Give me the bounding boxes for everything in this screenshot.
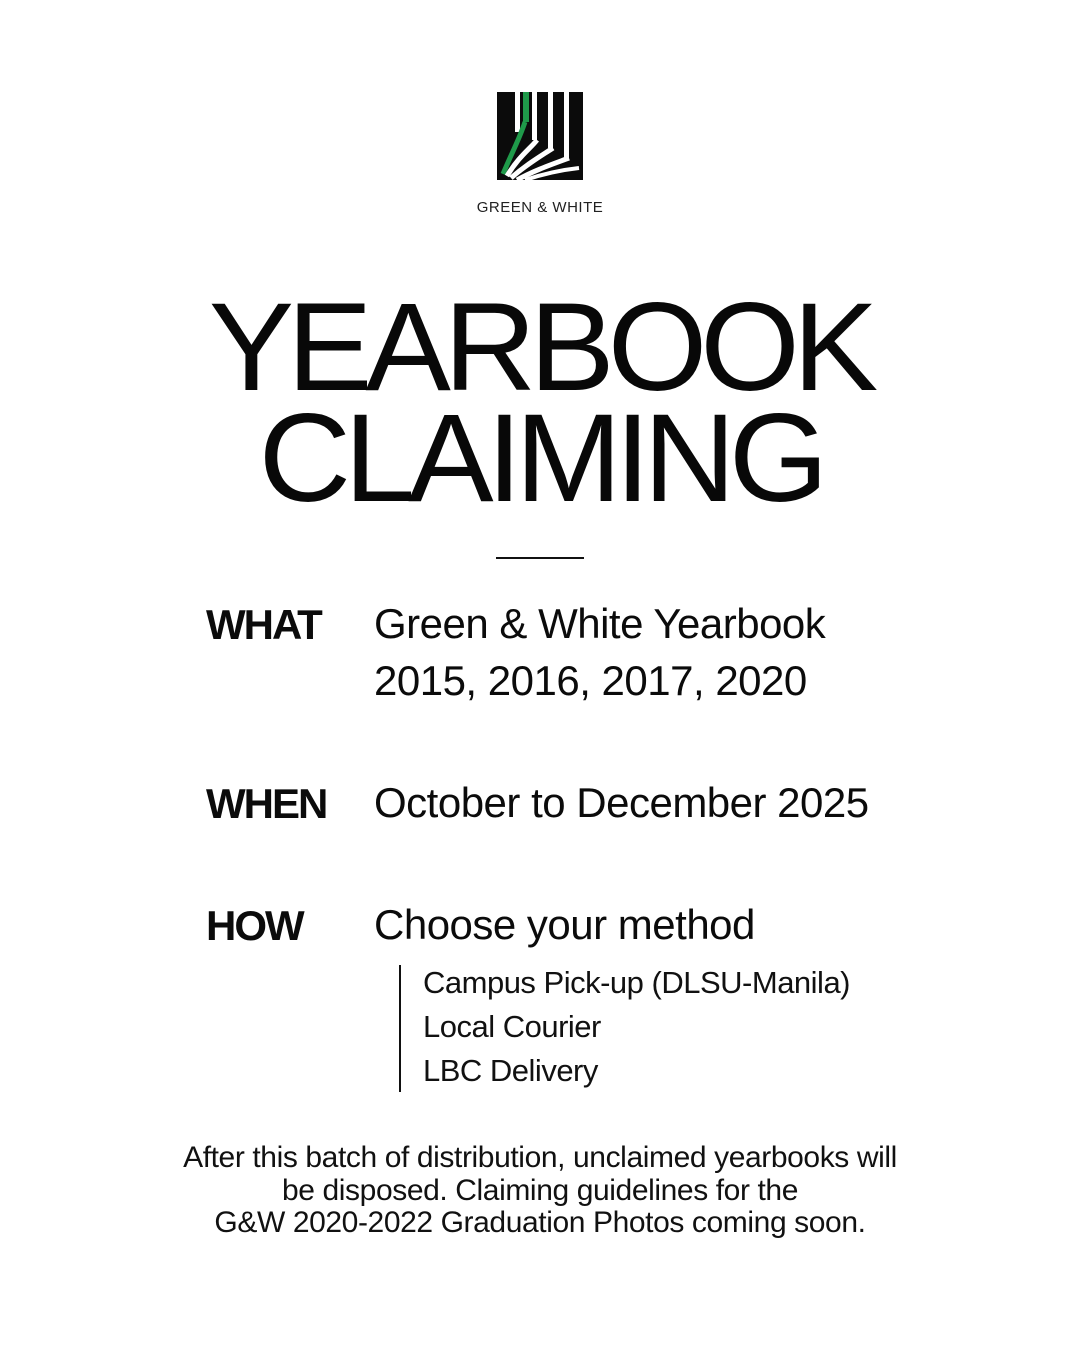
footer-note-line-2: be disposed. Claiming guidelines for the — [282, 1174, 798, 1207]
method-item-lbc-delivery: LBC Delivery — [423, 1053, 598, 1088]
how-label: HOW — [206, 902, 305, 949]
method-item-local-courier: Local Courier — [423, 1009, 601, 1044]
method-list-bar — [399, 965, 401, 1092]
divider — [496, 557, 584, 559]
when-label: WHEN — [206, 780, 328, 827]
what-label: WHAT — [206, 601, 323, 648]
page-title-line-2: CLAIMING — [258, 388, 829, 529]
method-item-campus-pickup: Campus Pick-up (DLSU-Manila) — [423, 965, 851, 1000]
green-and-white-book-logo-icon — [497, 92, 583, 182]
when-value: October to December 2025 — [374, 779, 869, 826]
footer-note-line-3: G&W 2020-2022 Graduation Photos coming s… — [214, 1206, 866, 1239]
brand-name: GREEN & WHITE — [476, 199, 604, 216]
what-value-line-1: Green & White Yearbook — [374, 600, 826, 647]
footer-note-line-1: After this batch of distribution, unclai… — [183, 1141, 897, 1174]
how-value: Choose your method — [374, 901, 755, 948]
what-value-line-2: 2015, 2016, 2017, 2020 — [374, 657, 807, 704]
